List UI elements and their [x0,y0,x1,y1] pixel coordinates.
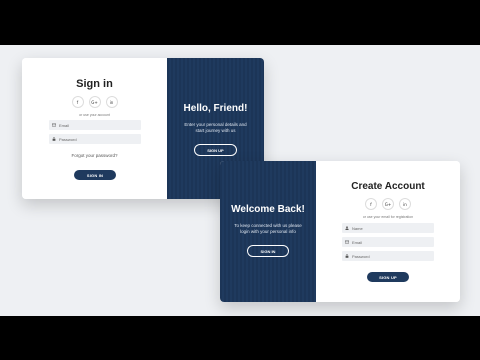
letterbox-top [0,0,480,45]
google-plus-icon[interactable]: G+ [382,198,394,210]
linkedin-icon[interactable]: in [399,198,411,210]
user-icon [345,226,349,230]
page-canvas: Sign in f G+ in or use your account Emai… [0,45,480,316]
video-frame: Sign in f G+ in or use your account Emai… [0,0,480,360]
signup-card: Welcome Back! To keep connected with us … [220,161,460,302]
signup-button[interactable]: SIGN UP [367,272,409,282]
signin-title: Sign in [76,78,113,90]
signup-social-row: f G+ in [316,198,460,210]
hello-text-line2: start journey with us [195,128,236,133]
password-placeholder: Password [59,136,77,142]
facebook-icon[interactable]: f [365,198,377,210]
password-field[interactable]: Password [342,251,434,261]
lock-icon [345,254,349,258]
envelope-icon [345,240,349,244]
email-field[interactable]: Email [49,120,141,130]
welcome-title: Welcome Back! [231,204,305,215]
signup-note: or use your email for registration [362,215,414,219]
password-placeholder: Password [352,253,370,259]
forgot-password-link[interactable]: Forgot your password? [22,153,167,158]
email-placeholder: Email [59,122,70,128]
signin-form-panel: Sign in f G+ in or use your account Emai… [22,58,167,199]
hello-title: Hello, Friend! [183,103,248,114]
email-placeholder: Email [352,239,363,245]
envelope-icon [52,123,56,127]
signup-form-panel: Create Account f G+ in or use your email… [316,161,460,302]
lock-icon [52,137,56,141]
create-account-title: Create Account [351,181,425,192]
signin-social-row: f G+ in [22,96,167,108]
welcome-overlay-panel: Welcome Back! To keep connected with us … [220,161,316,302]
facebook-icon[interactable]: f [71,96,84,108]
overlay-signin-button[interactable]: SIGN IN [247,245,289,257]
signin-note: or use your account [79,113,110,117]
email-field[interactable]: Email [342,237,434,247]
overlay-signup-button[interactable]: SIGN UP [194,144,237,156]
password-field[interactable]: Password [49,134,141,144]
signin-button[interactable]: SIGN IN [74,170,116,180]
google-plus-icon[interactable]: G+ [88,96,101,108]
name-field[interactable]: Name [342,223,434,233]
welcome-text-line2: login with your personal info [240,229,296,234]
linkedin-icon[interactable]: in [105,96,118,108]
name-placeholder: Name [352,225,363,231]
letterbox-bottom [0,316,480,360]
